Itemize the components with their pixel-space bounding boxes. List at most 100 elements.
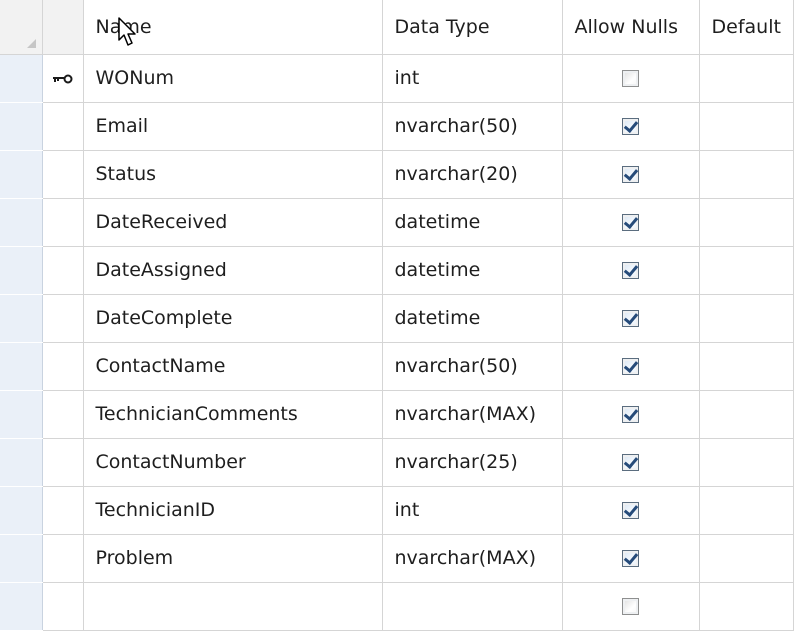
allow-nulls-cell xyxy=(562,582,700,631)
data-type-cell[interactable]: datetime xyxy=(382,294,563,343)
table-row[interactable]: Email nvarchar(50) xyxy=(0,102,794,151)
row-header-cell[interactable] xyxy=(0,198,43,247)
allow-nulls-checkbox[interactable] xyxy=(622,454,639,471)
default-value-cell[interactable] xyxy=(699,582,794,631)
column-name-cell[interactable]: DateComplete xyxy=(83,294,383,343)
select-all-corner[interactable] xyxy=(0,0,43,55)
row-indicator-header xyxy=(42,0,84,55)
header-row: Name Data Type Allow Nulls Default xyxy=(0,0,794,55)
row-indicator-cell xyxy=(42,342,84,391)
column-name-cell[interactable]: DateReceived xyxy=(83,198,383,247)
table-row[interactable]: DateComplete datetime xyxy=(0,294,794,343)
default-value-cell[interactable] xyxy=(699,294,794,343)
allow-nulls-checkbox[interactable] xyxy=(622,550,639,567)
allow-nulls-checkbox[interactable] xyxy=(622,598,639,615)
select-all-triangle-icon xyxy=(26,38,36,48)
allow-nulls-checkbox[interactable] xyxy=(622,118,639,135)
allow-nulls-checkbox[interactable] xyxy=(622,166,639,183)
default-value-cell[interactable] xyxy=(699,342,794,391)
allow-nulls-cell xyxy=(562,150,700,199)
row-header-cell[interactable] xyxy=(0,390,43,439)
row-header-cell[interactable] xyxy=(0,294,43,343)
column-name-cell[interactable]: DateAssigned xyxy=(83,246,383,295)
row-header-cell[interactable] xyxy=(0,54,43,103)
allow-nulls-cell xyxy=(562,54,700,103)
column-name-cell[interactable]: ContactNumber xyxy=(83,438,383,487)
table-row[interactable]: ContactNumber nvarchar(25) xyxy=(0,438,794,487)
data-type-cell[interactable]: nvarchar(25) xyxy=(382,438,563,487)
row-indicator-cell xyxy=(42,246,84,295)
allow-nulls-checkbox[interactable] xyxy=(622,262,639,279)
data-type-cell[interactable]: int xyxy=(382,486,563,535)
default-value-cell[interactable] xyxy=(699,246,794,295)
column-name-cell[interactable]: Problem xyxy=(83,534,383,583)
column-name-cell[interactable]: TechnicianID xyxy=(83,486,383,535)
allow-nulls-cell xyxy=(562,294,700,343)
row-header-cell[interactable] xyxy=(0,102,43,151)
row-indicator-cell xyxy=(42,390,84,439)
column-header-default[interactable]: Default xyxy=(699,0,794,55)
allow-nulls-checkbox[interactable] xyxy=(622,406,639,423)
data-type-cell[interactable]: nvarchar(MAX) xyxy=(382,534,563,583)
default-value-cell[interactable] xyxy=(699,102,794,151)
default-value-cell[interactable] xyxy=(699,54,794,103)
column-header-data-type[interactable]: Data Type xyxy=(382,0,563,55)
row-indicator-cell xyxy=(42,198,84,247)
column-name-cell[interactable]: TechnicianComments xyxy=(83,390,383,439)
row-header-cell[interactable] xyxy=(0,150,43,199)
allow-nulls-checkbox[interactable] xyxy=(622,502,639,519)
data-type-cell[interactable]: nvarchar(MAX) xyxy=(382,390,563,439)
row-header-cell[interactable] xyxy=(0,582,43,631)
row-indicator-cell xyxy=(42,534,84,583)
allow-nulls-checkbox[interactable] xyxy=(622,70,639,87)
row-indicator-cell xyxy=(42,438,84,487)
allow-nulls-checkbox[interactable] xyxy=(622,310,639,327)
row-indicator-cell xyxy=(42,486,84,535)
data-type-cell[interactable]: nvarchar(50) xyxy=(382,342,563,391)
data-type-cell[interactable]: nvarchar(20) xyxy=(382,150,563,199)
data-type-cell[interactable]: datetime xyxy=(382,246,563,295)
column-name-cell[interactable]: Status xyxy=(83,150,383,199)
table-row[interactable]: TechnicianComments nvarchar(MAX) xyxy=(0,390,794,439)
row-indicator-cell xyxy=(42,54,84,103)
table-row[interactable]: Problem nvarchar(MAX) xyxy=(0,534,794,583)
row-indicator-cell xyxy=(42,150,84,199)
table-row[interactable] xyxy=(0,582,794,631)
allow-nulls-checkbox[interactable] xyxy=(622,358,639,375)
table-row[interactable]: TechnicianID int xyxy=(0,486,794,535)
column-name-cell[interactable]: Email xyxy=(83,102,383,151)
column-definition-table: Name Data Type Allow Nulls Default WONum… xyxy=(0,0,794,631)
data-type-cell[interactable]: int xyxy=(382,54,563,103)
row-indicator-cell xyxy=(42,582,84,631)
table-row[interactable]: ContactName nvarchar(50) xyxy=(0,342,794,391)
allow-nulls-cell xyxy=(562,102,700,151)
allow-nulls-cell xyxy=(562,486,700,535)
default-value-cell[interactable] xyxy=(699,486,794,535)
primary-key-icon xyxy=(52,74,72,83)
default-value-cell[interactable] xyxy=(699,438,794,487)
default-value-cell[interactable] xyxy=(699,150,794,199)
column-name-cell[interactable]: ContactName xyxy=(83,342,383,391)
allow-nulls-checkbox[interactable] xyxy=(622,214,639,231)
data-type-cell[interactable]: nvarchar(50) xyxy=(382,102,563,151)
data-type-cell[interactable] xyxy=(382,582,563,631)
column-name-cell[interactable] xyxy=(83,582,383,631)
default-value-cell[interactable] xyxy=(699,198,794,247)
table-row[interactable]: WONum int xyxy=(0,54,794,103)
row-header-cell[interactable] xyxy=(0,438,43,487)
row-header-cell[interactable] xyxy=(0,486,43,535)
default-value-cell[interactable] xyxy=(699,390,794,439)
data-type-cell[interactable]: datetime xyxy=(382,198,563,247)
allow-nulls-cell xyxy=(562,534,700,583)
default-value-cell[interactable] xyxy=(699,534,794,583)
column-header-name[interactable]: Name xyxy=(83,0,383,55)
row-indicator-cell xyxy=(42,294,84,343)
table-row[interactable]: DateAssigned datetime xyxy=(0,246,794,295)
table-row[interactable]: Status nvarchar(20) xyxy=(0,150,794,199)
table-row[interactable]: DateReceived datetime xyxy=(0,198,794,247)
column-header-allow-nulls[interactable]: Allow Nulls xyxy=(562,0,700,55)
row-header-cell[interactable] xyxy=(0,342,43,391)
row-header-cell[interactable] xyxy=(0,534,43,583)
column-name-cell[interactable]: WONum xyxy=(83,54,383,103)
row-header-cell[interactable] xyxy=(0,246,43,295)
